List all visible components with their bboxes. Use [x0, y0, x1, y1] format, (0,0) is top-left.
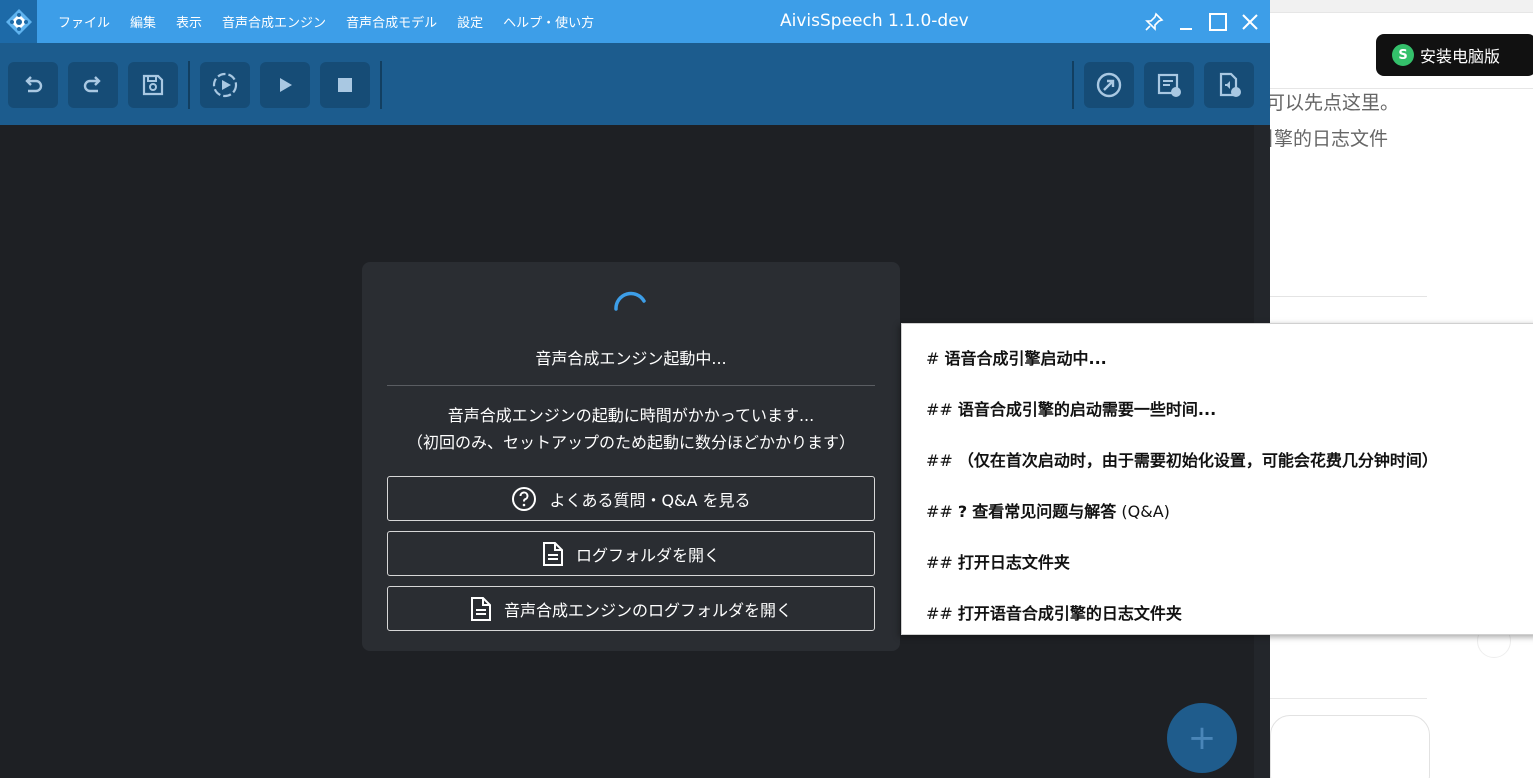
- export-audio-button[interactable]: [1204, 62, 1254, 108]
- redo-icon: [83, 76, 101, 93]
- faq-button[interactable]: よくある質問・Q&A を見る: [387, 476, 875, 521]
- toolbar-separator: [188, 61, 190, 109]
- open-engine-log-folder-label: 音声合成エンジンのログフォルダを開く: [503, 600, 792, 620]
- pin-icon[interactable]: [1144, 12, 1164, 32]
- menu-model[interactable]: 音声合成モデル: [336, 0, 447, 43]
- translation-text: 打开语音合成引擎的日志文件夹: [957, 604, 1182, 623]
- translation-line: # 语音合成引擎启动中...: [926, 345, 1107, 369]
- loading-spinner-icon: [614, 291, 646, 311]
- menu-help[interactable]: ヘルプ・使い方: [493, 0, 604, 43]
- markdown-heading-mark: #: [926, 349, 940, 368]
- menu-view[interactable]: 表示: [166, 0, 212, 43]
- export-text-button[interactable]: [1144, 62, 1194, 108]
- faq-button-label: よくある質問・Q&A を見る: [549, 490, 751, 510]
- menu-bar: ファイル 編集 表示 音声合成エンジン 音声合成モデル 設定 ヘルプ・使い方: [48, 0, 604, 43]
- menu-engine[interactable]: 音声合成エンジン: [212, 0, 336, 43]
- translation-text: 语音合成引擎的启动需要一些时间...: [957, 400, 1217, 419]
- play-continuous-icon: [212, 72, 238, 98]
- background-text-line: 引擎的日志文件: [1255, 128, 1389, 150]
- dialog-message: 音声合成エンジンの起動に時間がかかっています... （初回のみ、セットアップのた…: [362, 402, 900, 456]
- markdown-heading-mark: ##: [926, 604, 953, 623]
- help-circle-icon: [512, 486, 537, 511]
- translation-line: ## 打开日志文件夹: [926, 549, 1070, 573]
- maximize-icon[interactable]: [1208, 12, 1228, 32]
- open-log-folder-button[interactable]: ログフォルダを開く: [387, 531, 875, 576]
- screen: S 安装电脑版 可以先点这里。 引擎的日志文件 ファイル 編集 表示 音声合成エ…: [0, 0, 1533, 778]
- background-text-line: 可以先点这里。: [1266, 92, 1400, 114]
- title-bar: ファイル 編集 表示 音声合成エンジン 音声合成モデル 設定 ヘルプ・使い方 A…: [0, 0, 1270, 43]
- minimize-icon[interactable]: [1176, 12, 1196, 32]
- translation-line: ## （仅在首次启动时，由于需要初始化设置，可能会花费几分钟时间）: [926, 447, 1438, 471]
- dialog-title: 音声合成エンジン起動中...: [535, 349, 727, 368]
- menu-file[interactable]: ファイル: [48, 0, 120, 43]
- toolbar-separator: [1072, 61, 1074, 109]
- translation-line: ## ? 查看常见问题与解答 (Q&A): [926, 498, 1170, 522]
- translation-text: 查看常见问题与解答: [972, 502, 1117, 521]
- translation-popup: # 语音合成引擎启动中... ## 语音合成引擎的启动需要一些时间... ## …: [901, 323, 1533, 635]
- translation-line: ## 语音合成引擎的启动需要一些时间...: [926, 396, 1216, 420]
- dialog-message-line: （初回のみ、セットアップのため起動に数分ほどかかります）: [406, 433, 855, 452]
- play-continuous-button[interactable]: [200, 62, 250, 108]
- install-desktop-label: 安装电脑版: [1420, 47, 1501, 66]
- export-audio-icon: [1219, 72, 1241, 97]
- markdown-heading-mark: ##: [926, 553, 953, 572]
- undo-icon: [25, 76, 43, 93]
- save-icon: [142, 74, 164, 96]
- app-logo-icon: [0, 0, 37, 43]
- document-icon: [542, 541, 563, 566]
- toolbar: [0, 43, 1270, 125]
- stop-button[interactable]: [320, 62, 370, 108]
- translation-text: 语音合成引擎启动中...: [944, 349, 1107, 368]
- plus-icon: +: [1187, 718, 1217, 758]
- app-logo-icon: S: [1392, 44, 1414, 66]
- translation-suffix: (Q&A): [1121, 502, 1170, 521]
- markdown-heading-mark: ##: [926, 502, 953, 521]
- translation-text: 打开日志文件夹: [957, 553, 1070, 572]
- divider: [1255, 296, 1427, 297]
- translation-line: ## 打开语音合成引擎的日志文件夹: [926, 600, 1182, 624]
- dialog-divider: [387, 385, 875, 386]
- redo-button[interactable]: [68, 62, 118, 108]
- engine-loading-dialog: 音声合成エンジン起動中... 音声合成エンジンの起動に時間がかかっています...…: [362, 262, 900, 651]
- window-title: AivisSpeech 1.1.0-dev: [780, 11, 969, 31]
- markdown-heading-mark: ##: [926, 451, 953, 470]
- export-text-icon: [1157, 73, 1181, 97]
- toolbar-separator: [380, 61, 382, 109]
- add-button[interactable]: +: [1167, 703, 1237, 773]
- install-desktop-button[interactable]: S 安装电脑版: [1376, 34, 1533, 76]
- menu-edit[interactable]: 編集: [120, 0, 166, 43]
- document-icon: [470, 596, 491, 621]
- export-icon: [1096, 72, 1122, 98]
- open-log-folder-label: ログフォルダを開く: [575, 545, 720, 565]
- chat-input-box[interactable]: [1270, 715, 1430, 778]
- play-button[interactable]: [260, 62, 310, 108]
- window-controls: [1144, 0, 1260, 43]
- export-button[interactable]: [1084, 62, 1134, 108]
- browser-top-strip: [1255, 0, 1533, 12]
- translation-text: （仅在首次启动时，由于需要初始化设置，可能会花费几分钟时间）: [957, 451, 1438, 470]
- close-icon[interactable]: [1240, 12, 1260, 32]
- play-icon: [280, 78, 292, 92]
- open-engine-log-folder-button[interactable]: 音声合成エンジンのログフォルダを開く: [387, 586, 875, 631]
- browser-top-line: [1255, 12, 1533, 20]
- markdown-heading-mark: ##: [926, 400, 953, 419]
- undo-button[interactable]: [8, 62, 58, 108]
- save-button[interactable]: [128, 62, 178, 108]
- translation-question-mark: ?: [957, 502, 968, 521]
- dialog-message-line: 音声合成エンジンの起動に時間がかかっています...: [447, 406, 815, 425]
- divider: [1255, 698, 1427, 699]
- stop-icon: [338, 78, 352, 92]
- menu-settings[interactable]: 設定: [447, 0, 493, 43]
